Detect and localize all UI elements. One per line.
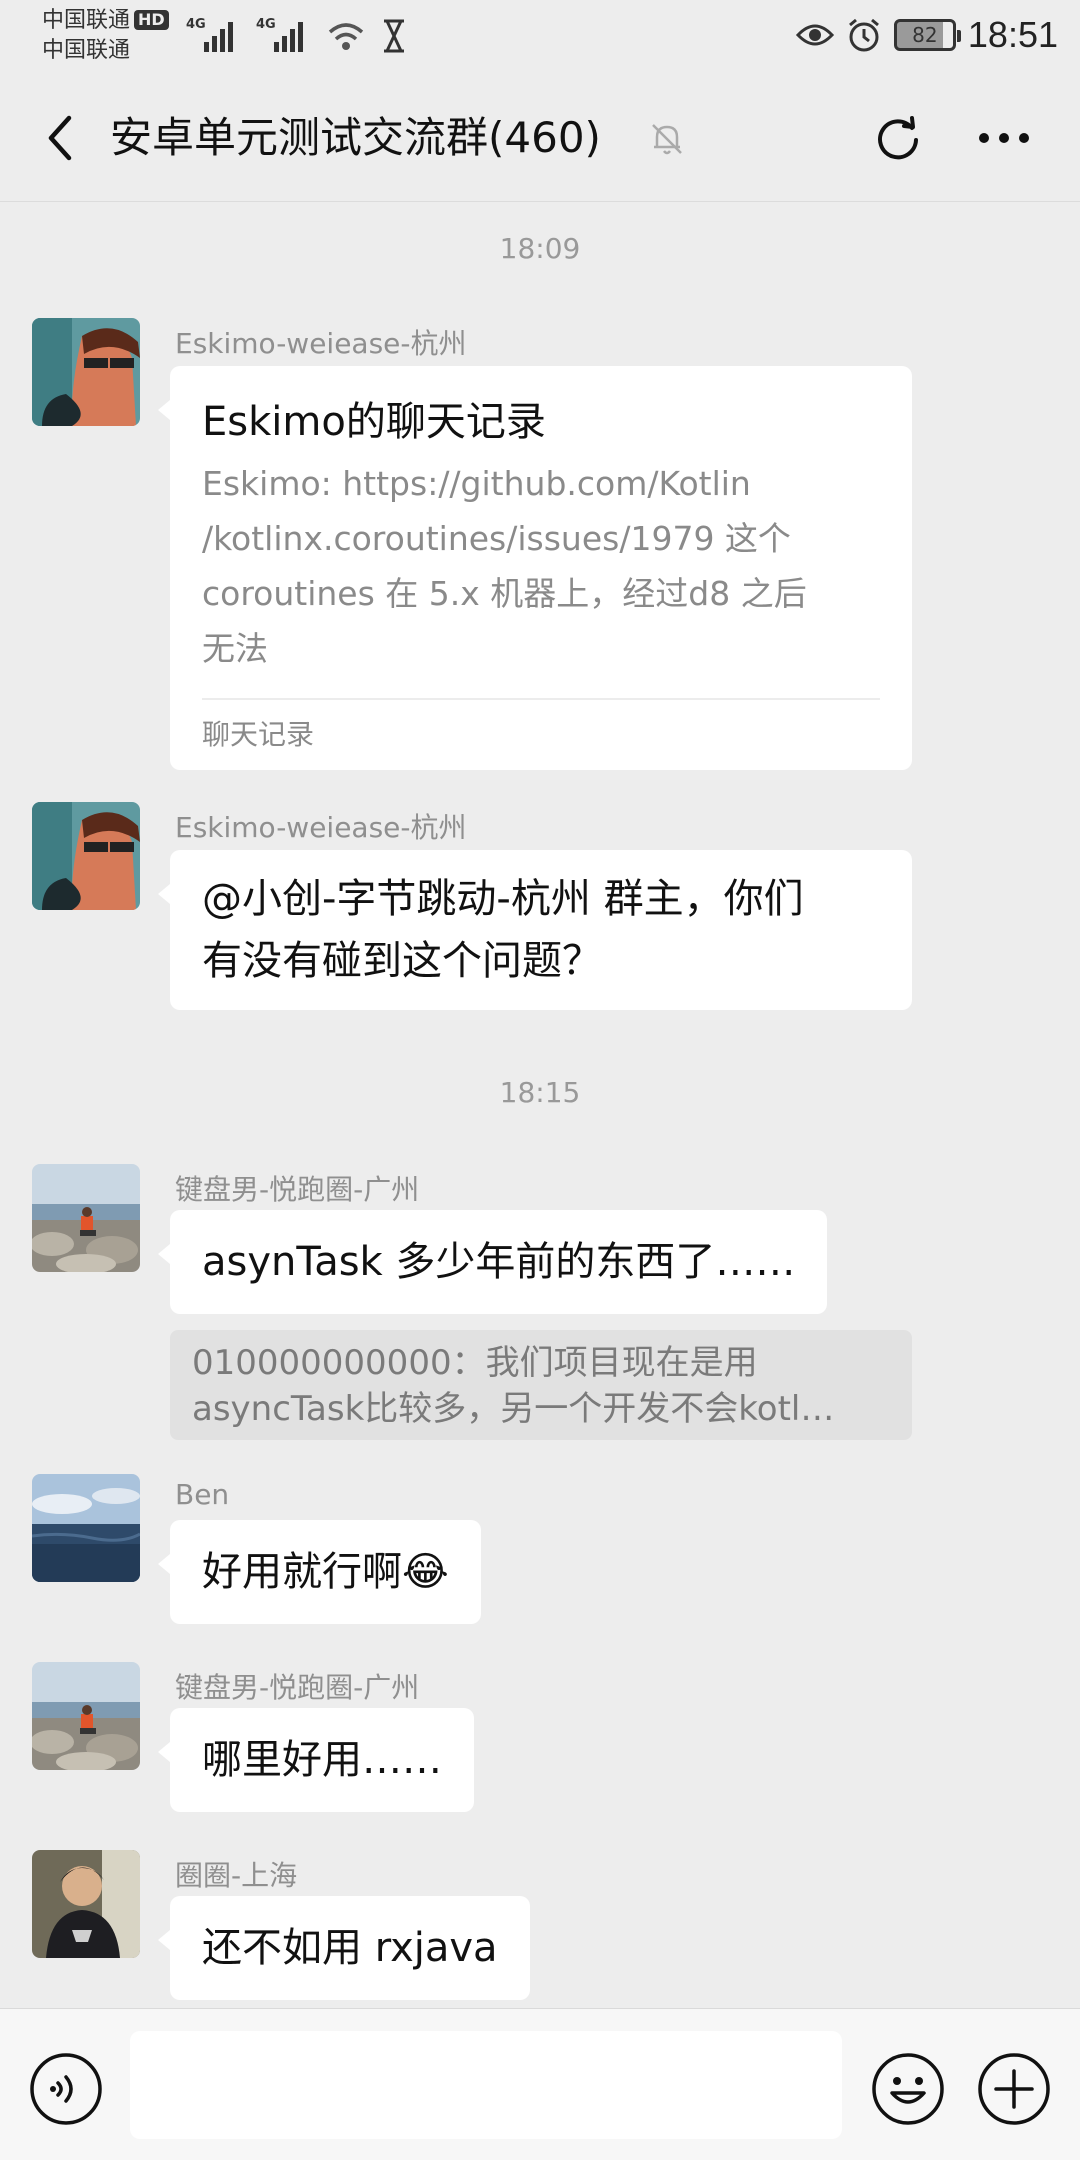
hd-badge: HD [134,10,169,30]
alarm-icon [848,18,879,52]
chat-title: 安卓单元测试交流群(460) [110,113,601,162]
quote-line: 010000000000：我们项目现在是用 [192,1343,758,1383]
status-bar: 中国联通 HD 中国联通 4G 4G 82 18:51 [0,0,1080,72]
avatar-image [32,1474,140,1582]
status-right: 82 18:51 [795,14,1058,56]
signal-icon: 4G [186,17,233,52]
emoji-button[interactable] [870,2051,946,2127]
sender-name: Eskimo-weiease-杭州 [175,327,467,360]
avatar[interactable] [32,802,140,910]
avatar-image [32,802,140,910]
refresh-icon [878,116,918,160]
battery-icon: 82 [893,19,961,51]
quoted-message[interactable]: 010000000000：我们项目现在是用 asyncTask比较多，另一个开发… [170,1330,912,1440]
avatar-image [32,1662,140,1770]
voice-icon [30,2053,102,2125]
avatar[interactable] [32,1164,140,1272]
signal-icons: 4G 4G [186,14,408,54]
message-input[interactable] [130,2031,842,2139]
message-line: @小创-字节跳动-杭州 群主，你们 [202,876,804,922]
message-bubble[interactable]: asynTask 多少年前的东西了…… [157,1210,828,1314]
avatar[interactable] [32,1474,140,1582]
avatar[interactable] [32,1850,140,1958]
sender-name: Eskimo-weiease-杭州 [175,811,467,844]
timestamp: 18:15 [499,1076,581,1109]
input-bar [0,2008,1080,2160]
chat-screen: 中国联通 HD 中国联通 4G 4G 82 18:51 安卓单元测试交流群(46… [0,0,1080,2160]
more-button[interactable] [972,108,1036,168]
timestamp: 18:09 [499,232,581,265]
message-line: 有没有碰到这个问题？ [202,938,602,984]
emoji-icon [872,2053,944,2125]
message-bubble[interactable]: 哪里好用…… [158,1708,474,1812]
bell-muted-icon [652,124,682,155]
hourglass-icon [384,19,404,53]
voice-button[interactable] [28,2051,104,2127]
record-line: 无法 [202,629,268,668]
back-button[interactable] [30,108,90,168]
record-title: Eskimo的聊天记录 [202,399,546,445]
sender-name: 圈圈-上海 [175,1859,298,1892]
eye-icon [795,24,834,46]
plus-icon [978,2053,1050,2125]
back-arrow-icon [48,115,72,161]
avatar-image [32,1164,140,1272]
sender-name: 键盘男-悦跑圈-广州 [175,1671,420,1704]
carrier-info: 中国联通 HD 中国联通 [42,6,169,66]
record-line: Eskimo: https://github.com/Kotlin [202,464,751,503]
message-bubble[interactable]: 好用就行啊😂 [158,1520,481,1624]
sender-name: 键盘男-悦跑圈-广州 [175,1173,420,1206]
avatar-image [32,1850,140,1958]
sender-name: Ben [175,1478,230,1511]
refresh-button[interactable] [868,108,928,168]
avatar[interactable] [32,318,140,426]
more-icon [979,133,1029,143]
carrier-2: 中国联通 [42,38,131,63]
record-preview: Eskimo: https://github.com/Kotlin /kotli… [202,456,880,676]
message-bubble[interactable]: 还不如用 rxjava [158,1896,530,2000]
network-label-1: 4G [186,17,206,32]
chat-header: 安卓单元测试交流群(460) [0,72,1080,202]
record-line: /kotlinx.coroutines/issues/1979 这个 [202,519,791,558]
signal-icon-2: 4G [256,17,303,52]
status-time: 18:51 [967,14,1058,55]
quote-line: asyncTask比较多，另一个开发不会kotl… [192,1389,835,1429]
plus-button[interactable] [976,2051,1052,2127]
message-bubble[interactable]: @小创-字节跳动-杭州 群主，你们 有没有碰到这个问题？ [158,850,912,1010]
network-label-2: 4G [256,17,276,32]
carrier-1: 中国联通 [42,8,131,33]
chat-record-card[interactable]: Eskimo的聊天记录 Eskimo: https://github.com/K… [158,366,912,770]
avatar-image [32,318,140,426]
record-line: coroutines 在 5.x 机器上，经过d8 之后 [202,574,807,613]
record-footer: 聊天记录 [202,698,880,770]
avatar[interactable] [32,1662,140,1770]
wifi-icon [328,23,364,50]
